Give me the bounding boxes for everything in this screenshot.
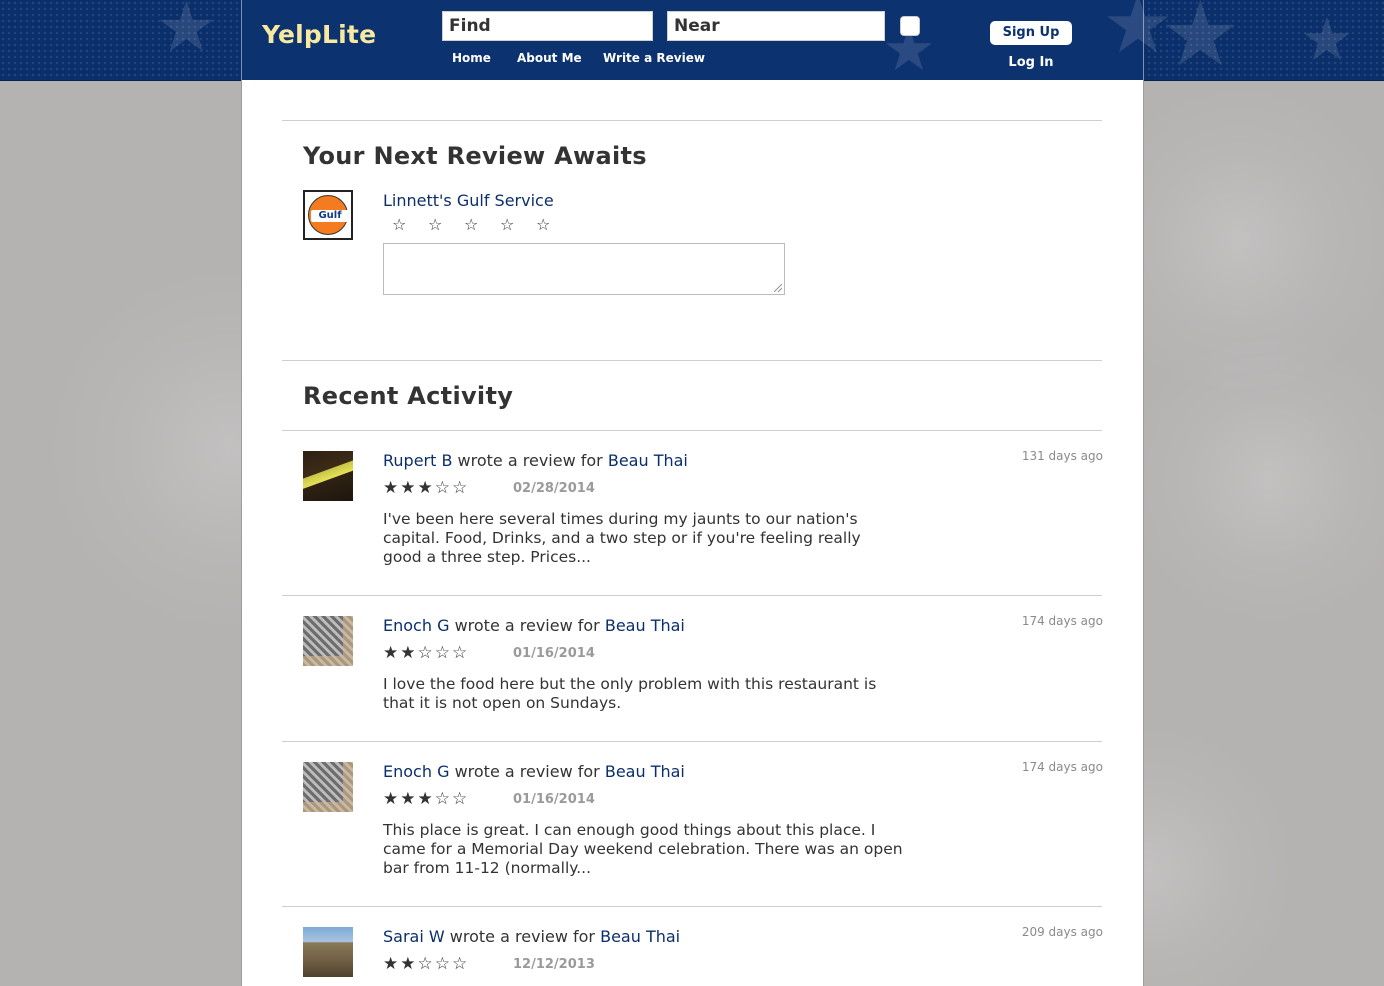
review-date: 01/16/2014 bbox=[513, 646, 595, 661]
review-stars: ★★★☆☆ bbox=[383, 478, 470, 498]
activity-item: Enoch G wrote a review for Beau Thai 174… bbox=[242, 614, 1143, 741]
activity-item: Rupert B wrote a review for Beau Thai 13… bbox=[242, 449, 1143, 596]
divider bbox=[282, 430, 1102, 431]
divider bbox=[282, 360, 1102, 361]
star-decoration-icon: ★ bbox=[155, 0, 218, 68]
star-decoration-icon: ★ bbox=[1102, 0, 1174, 71]
rating-input: ☆ ☆ ☆ ☆ ☆ bbox=[392, 215, 572, 234]
activity-item: Sarai W wrote a review for Beau Thai 209… bbox=[242, 925, 1143, 986]
user-link[interactable]: Sarai W bbox=[383, 927, 445, 946]
divider bbox=[282, 595, 1102, 596]
rating-star-2-icon[interactable]: ☆ bbox=[428, 215, 464, 234]
rating-star-4-icon[interactable]: ☆ bbox=[500, 215, 536, 234]
review-date: 02/28/2014 bbox=[513, 481, 595, 496]
user-link[interactable]: Enoch G bbox=[383, 616, 449, 635]
divider bbox=[282, 741, 1102, 742]
rating-star-1-icon[interactable]: ☆ bbox=[392, 215, 428, 234]
review-excerpt: I've been here several times during my j… bbox=[383, 510, 861, 566]
activity-line: Enoch G wrote a review for Beau Thai bbox=[383, 616, 685, 635]
review-excerpt: This place is great. I can enough good t… bbox=[383, 821, 903, 877]
rating-star-3-icon[interactable]: ☆ bbox=[464, 215, 500, 234]
next-review-heading: Your Next Review Awaits bbox=[303, 142, 647, 170]
recent-activity-heading: Recent Activity bbox=[303, 382, 514, 410]
divider bbox=[282, 906, 1102, 907]
business-link[interactable]: Beau Thai bbox=[600, 927, 680, 946]
nav-about-me[interactable]: About Me bbox=[517, 51, 582, 65]
near-input[interactable]: Near bbox=[667, 11, 885, 41]
activity-time-ago: 174 days ago bbox=[1021, 614, 1103, 628]
business-logo[interactable]: Gulf bbox=[303, 190, 353, 240]
next-review-business-link[interactable]: Linnett's Gulf Service bbox=[383, 191, 554, 210]
review-stars: ★★☆☆☆ bbox=[383, 954, 470, 974]
review-stars: ★★★☆☆ bbox=[383, 789, 470, 809]
review-textarea[interactable] bbox=[383, 243, 785, 295]
user-link[interactable]: Rupert B bbox=[383, 451, 452, 470]
nav-home[interactable]: Home bbox=[452, 51, 491, 65]
activity-line: Rupert B wrote a review for Beau Thai bbox=[383, 451, 688, 470]
activity-line: Sarai W wrote a review for Beau Thai bbox=[383, 927, 681, 946]
user-avatar[interactable] bbox=[303, 762, 353, 812]
gulf-logo-icon: Gulf bbox=[308, 195, 349, 235]
star-decoration-icon: ★ bbox=[1300, 5, 1354, 75]
activity-time-ago: 209 days ago bbox=[1021, 925, 1103, 939]
search-button[interactable] bbox=[900, 16, 920, 36]
user-avatar[interactable] bbox=[303, 927, 353, 977]
divider bbox=[282, 120, 1102, 121]
activity-line: Enoch G wrote a review for Beau Thai bbox=[383, 762, 685, 781]
resize-handle-icon[interactable] bbox=[774, 284, 782, 292]
user-avatar[interactable] bbox=[303, 616, 353, 666]
review-date: 01/16/2014 bbox=[513, 792, 595, 807]
review-stars: ★★☆☆☆ bbox=[383, 643, 470, 663]
log-in-link[interactable]: Log In bbox=[990, 55, 1072, 70]
nav-write-review[interactable]: Write a Review bbox=[603, 51, 705, 65]
user-link[interactable]: Enoch G bbox=[383, 762, 449, 781]
sign-up-button[interactable]: Sign Up bbox=[990, 21, 1072, 45]
top-bar: ★ ★ ★ ★ ★ YelpLite Find Near Home About … bbox=[0, 0, 1384, 81]
business-link[interactable]: Beau Thai bbox=[605, 762, 685, 781]
activity-time-ago: 131 days ago bbox=[1021, 449, 1103, 463]
header-inner: ★ ★ YelpLite Find Near Home About Me Wri… bbox=[241, 0, 1174, 80]
business-link[interactable]: Beau Thai bbox=[608, 451, 688, 470]
site-logo[interactable]: YelpLite bbox=[262, 20, 376, 49]
review-excerpt: I love the food here but the only proble… bbox=[383, 675, 877, 712]
activity-item: Enoch G wrote a review for Beau Thai 174… bbox=[242, 760, 1143, 907]
rating-star-5-icon[interactable]: ☆ bbox=[536, 215, 572, 234]
user-avatar[interactable] bbox=[303, 451, 353, 501]
activity-time-ago: 174 days ago bbox=[1021, 760, 1103, 774]
main-content: Your Next Review Awaits Gulf Linnett's G… bbox=[241, 80, 1144, 986]
find-input[interactable]: Find bbox=[442, 11, 653, 41]
business-link[interactable]: Beau Thai bbox=[605, 616, 685, 635]
review-date: 12/12/2013 bbox=[513, 957, 595, 972]
